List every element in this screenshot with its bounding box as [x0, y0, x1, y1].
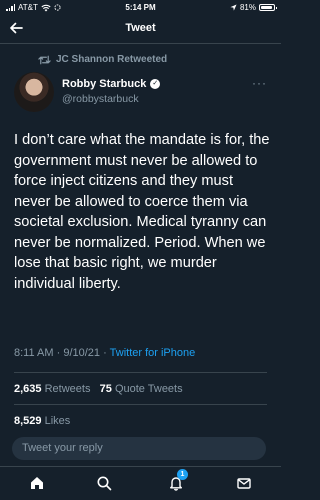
- quote-tweets-count: 75: [99, 383, 112, 395]
- retweets-label: Retweets: [44, 383, 91, 395]
- retweets-stat[interactable]: 2,635 Retweets: [14, 383, 90, 395]
- battery-icon: [259, 4, 277, 11]
- tweet-time: 8:11 AM: [14, 347, 54, 359]
- quote-tweets-label: Quote Tweets: [114, 383, 183, 395]
- tab-messages[interactable]: [232, 473, 256, 493]
- nav-header: Tweet: [0, 14, 281, 44]
- quote-tweets-stat[interactable]: 75 Quote Tweets: [100, 383, 183, 395]
- mail-icon: [237, 478, 251, 489]
- verified-icon: ✓: [150, 79, 161, 89]
- likes-stat[interactable]: 8,529 Likes: [14, 415, 70, 427]
- author-handle[interactable]: @robbystarbuck: [62, 93, 139, 105]
- retweets-count: 2,635: [14, 383, 42, 395]
- tab-search[interactable]: [92, 473, 116, 493]
- tweet-text: I don’t care what the mandate is for, th…: [14, 132, 270, 292]
- notifications-badge: 1: [177, 469, 188, 480]
- reply-input[interactable]: Tweet your reply: [12, 437, 266, 460]
- battery-percent: 81%: [239, 3, 256, 12]
- tweet-date: 9/10/21: [63, 347, 101, 359]
- likes-count: 8,529: [14, 415, 42, 427]
- status-bar: AT&T 5:14 PM 81%: [0, 0, 281, 14]
- location-icon: [230, 4, 237, 11]
- author-name: Robby Starbuck: [62, 78, 147, 90]
- ellipsis-icon: ···: [252, 76, 267, 90]
- tweet-meta: 8:11 AM · 9/10/21 · Twitter for iPhone: [14, 347, 195, 359]
- tweet-source-link[interactable]: Twitter for iPhone: [110, 347, 196, 359]
- retweet-icon: [38, 55, 51, 64]
- retweet-context[interactable]: JC Shannon Retweeted: [38, 54, 167, 65]
- avatar[interactable]: [14, 72, 54, 112]
- home-icon: [31, 477, 43, 489]
- divider: [14, 372, 267, 373]
- divider: [14, 404, 267, 405]
- retweet-label: JC Shannon Retweeted: [56, 54, 168, 65]
- author-name-row[interactable]: Robby Starbuck ✓: [62, 78, 161, 90]
- search-icon: [97, 476, 112, 491]
- tab-home[interactable]: [25, 473, 49, 493]
- page-title: Tweet: [125, 22, 156, 34]
- tab-notifications[interactable]: 1: [164, 469, 188, 493]
- bottom-tab-bar: 1: [0, 466, 281, 500]
- retweet-stats-row: 2,635 Retweets 75 Quote Tweets: [14, 383, 183, 395]
- likes-label: Likes: [44, 415, 71, 427]
- more-options-button[interactable]: ···: [252, 76, 267, 90]
